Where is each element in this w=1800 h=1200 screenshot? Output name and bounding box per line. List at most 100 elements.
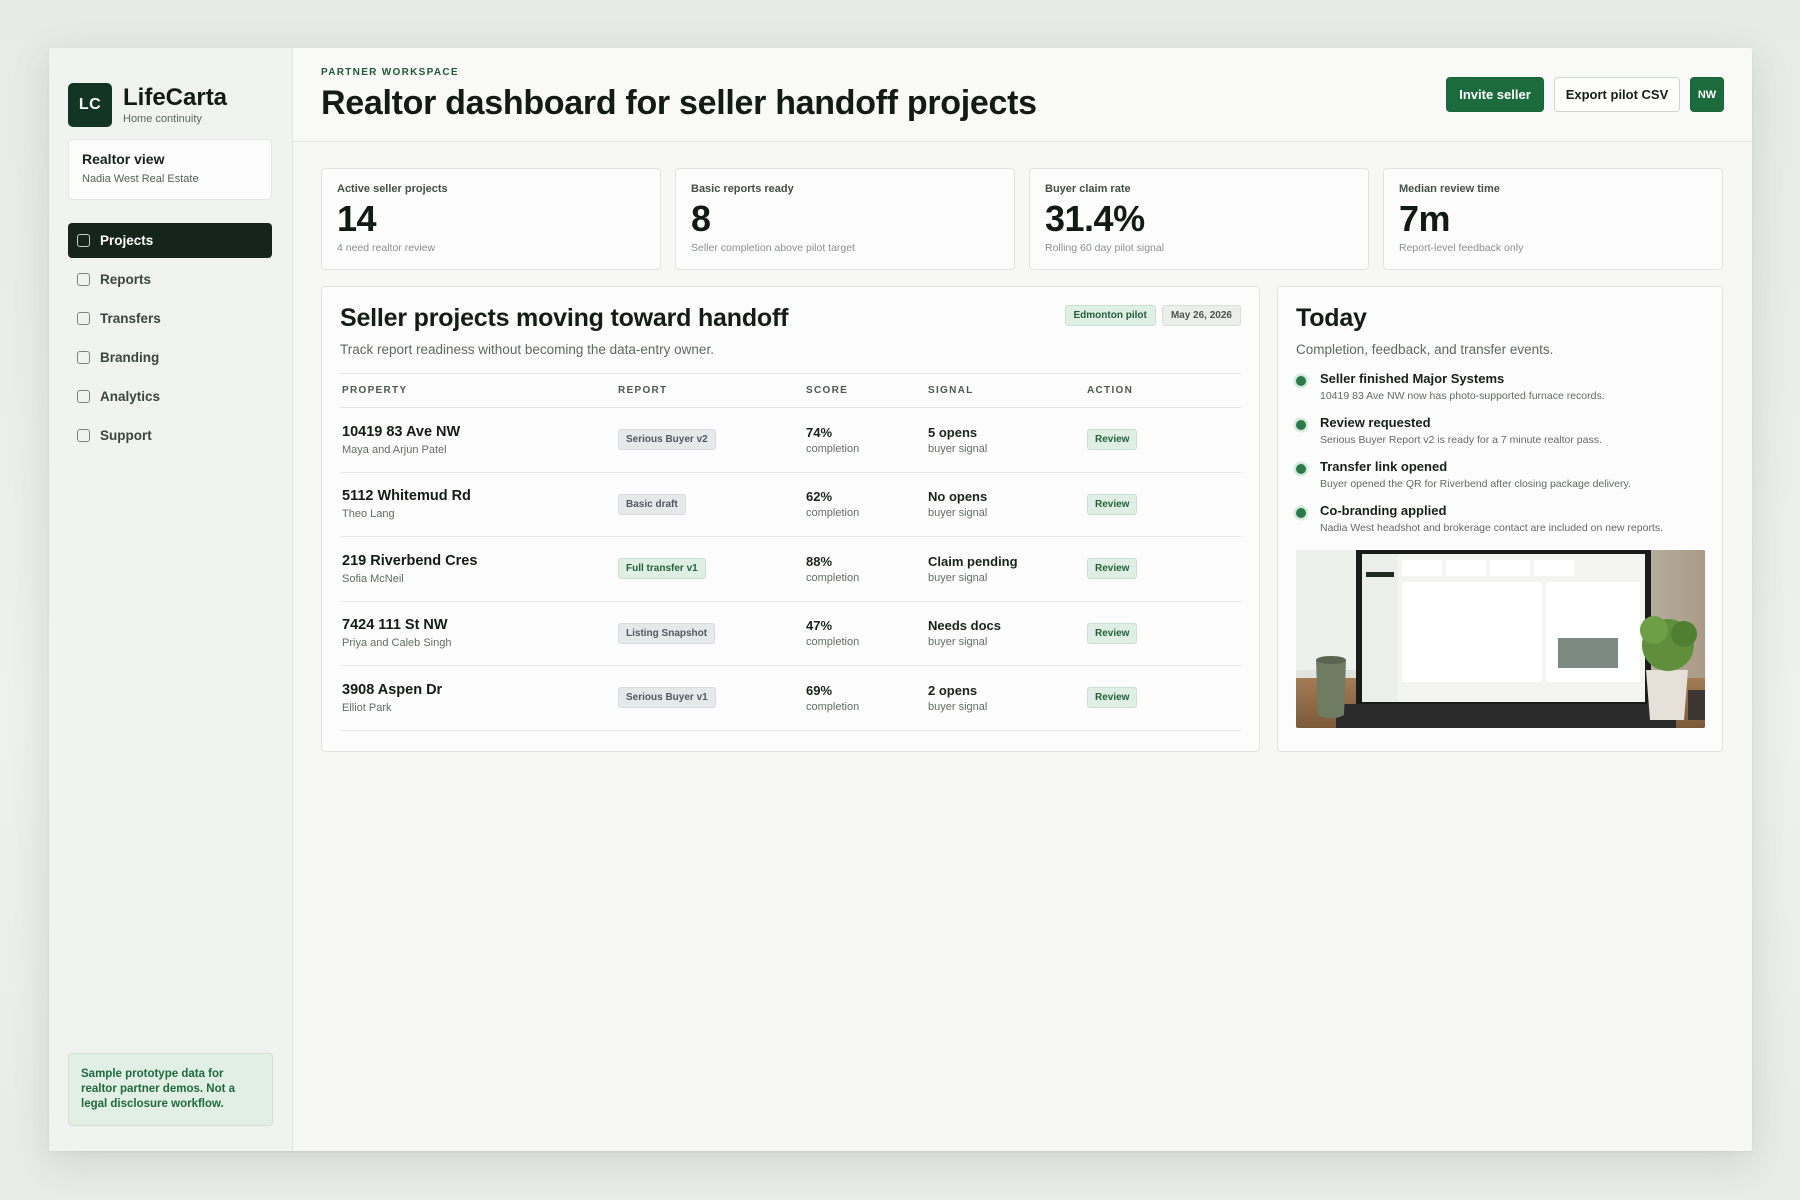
invite-seller-button[interactable]: Invite seller [1446,77,1544,112]
report-tag: Full transfer v1 [618,558,706,580]
score-value: 69% [806,682,833,698]
event-description: Buyer opened the QR for Riverbend after … [1320,478,1631,490]
analytics-icon [77,390,90,403]
property-owner: Priya and Caleb Singh [342,637,452,650]
kpi-note: 4 need realtor review [337,242,436,254]
list-item: Seller finished Major Systems 10419 83 Av… [1296,371,1704,402]
column-header-property[interactable]: PROPERTY [340,373,616,408]
view-switcher[interactable]: Realtor view Nadia West Real Estate [68,139,272,200]
property-owner: Theo Lang [342,508,395,521]
review-button[interactable]: Review [1087,429,1138,451]
report-tag: Basic draft [618,493,686,515]
projects-subtitle: Track report readiness without becoming … [340,342,714,357]
header-actions: Invite seller Export pilot CSV NW [1446,77,1724,112]
kpi-label: Median review time [1399,183,1500,195]
review-button[interactable]: Review [1087,622,1138,644]
table-header-row: PROPERTY REPORT SCORE SIGNAL ACTION [340,373,1241,408]
kpi-card-active-projects: Active seller projects 14 4 need realtor… [321,168,661,270]
sidebar-item-support[interactable]: Support [68,418,272,453]
event-title: Review requested [1320,415,1431,430]
signal-value: 2 opens [928,682,978,698]
table-row[interactable]: 5112 Whitemud Rd Theo Lang Basic draft 62… [340,472,1241,537]
kpi-card-reports-ready: Basic reports ready 8 Seller completion … [675,168,1015,270]
main-content: PARTNER WORKSPACE Realtor dashboard for … [293,48,1752,1151]
sidebar: LC LifeCarta Home continuity Realtor vie… [49,48,293,1151]
sidebar-item-label: Analytics [100,389,161,404]
signal-caption: buyer signal [928,507,988,520]
prototype-notice: Sample prototype data for realtor partne… [68,1053,273,1126]
app-window: LC LifeCarta Home continuity Realtor vie… [49,48,1752,1151]
event-title: Co-branding applied [1320,503,1447,518]
sidebar-item-projects[interactable]: Projects [68,223,272,258]
support-icon [77,429,90,442]
signal-caption: buyer signal [928,442,988,455]
projects-panel: Seller projects moving toward handoff Tr… [321,286,1260,752]
kpi-value: 14 [337,198,377,239]
score-caption: completion [806,571,860,584]
review-button[interactable]: Review [1087,687,1138,709]
signal-caption: buyer signal [928,700,988,713]
property-address[interactable]: 219 Riverbend Cres [342,553,616,569]
property-address[interactable]: 10419 83 Ave NW [342,424,616,440]
brand-logo: LC [68,83,112,127]
review-button[interactable]: Review [1087,493,1138,515]
sidebar-nav: Projects Reports Transfers Branding Anal… [68,223,272,453]
sidebar-item-label: Support [100,428,152,443]
score-caption: completion [806,700,860,713]
score-value: 88% [806,553,833,569]
today-title: Today [1296,304,1367,332]
list-item: Co-branding applied Nadia West headshot a… [1296,503,1704,534]
region-chip[interactable]: Edmonton pilot [1064,305,1156,326]
column-header-signal[interactable]: SIGNAL [926,373,1085,408]
event-title: Seller finished Major Systems [1320,371,1505,386]
signal-value: Claim pending [928,553,1018,569]
table-row[interactable]: 3908 Aspen Dr Elliot Park Serious Buyer v… [340,665,1241,731]
avatar[interactable]: NW [1690,77,1724,112]
export-csv-button[interactable]: Export pilot CSV [1554,77,1680,112]
view-org: Nadia West Real Estate [82,173,199,185]
laptop-photo-illustration [1296,550,1705,728]
sidebar-item-label: Reports [100,272,152,287]
property-owner: Maya and Arjun Patel [342,443,447,456]
column-header-score[interactable]: SCORE [804,373,926,408]
column-header-action: ACTION [1085,373,1241,408]
reports-icon [77,273,90,286]
sidebar-item-transfers[interactable]: Transfers [68,301,272,336]
score-value: 62% [806,489,833,505]
kpi-value: 7m [1399,198,1451,239]
view-title: Realtor view [82,151,165,167]
review-button[interactable]: Review [1087,558,1138,580]
table-row[interactable]: 10419 83 Ave NW Maya and Arjun Patel Seri… [340,407,1241,473]
sidebar-item-label: Projects [100,233,154,248]
report-tag: Listing Snapshot [618,622,716,644]
content-panels: Seller projects moving toward handoff Tr… [293,270,1752,752]
report-tag: Serious Buyer v2 [618,429,716,451]
date-chip[interactable]: May 26, 2026 [1161,305,1241,326]
sidebar-item-analytics[interactable]: Analytics [68,379,272,414]
property-address[interactable]: 3908 Aspen Dr [342,682,616,698]
score-value: 47% [806,618,833,634]
table-row[interactable]: 219 Riverbend Cres Sofia McNeil Full tran… [340,536,1241,602]
status-dot-icon [1296,464,1306,474]
column-header-report[interactable]: REPORT [616,373,804,408]
status-dot-icon [1296,420,1306,430]
transfers-icon [77,312,90,325]
branding-icon [77,351,90,364]
event-list: Seller finished Major Systems 10419 83 Av… [1296,371,1704,534]
property-address[interactable]: 7424 111 St NW [342,617,616,633]
signal-value: Needs docs [928,618,1001,634]
property-owner: Elliot Park [342,701,392,714]
signal-value: No opens [928,489,988,505]
signal-value: 5 opens [928,424,978,440]
list-item: Transfer link opened Buyer opened the QR … [1296,459,1704,490]
score-value: 74% [806,424,833,440]
sidebar-item-label: Transfers [100,311,161,326]
sidebar-item-label: Branding [100,350,160,365]
sidebar-item-reports[interactable]: Reports [68,262,272,297]
sidebar-item-branding[interactable]: Branding [68,340,272,375]
kpi-value: 8 [691,198,711,239]
property-address[interactable]: 5112 Whitemud Rd [342,488,616,504]
list-item: Review requested Serious Buyer Report v2 … [1296,415,1704,446]
kpi-label: Active seller projects [337,183,448,195]
table-row[interactable]: 7424 111 St NW Priya and Caleb Singh List… [340,601,1241,666]
